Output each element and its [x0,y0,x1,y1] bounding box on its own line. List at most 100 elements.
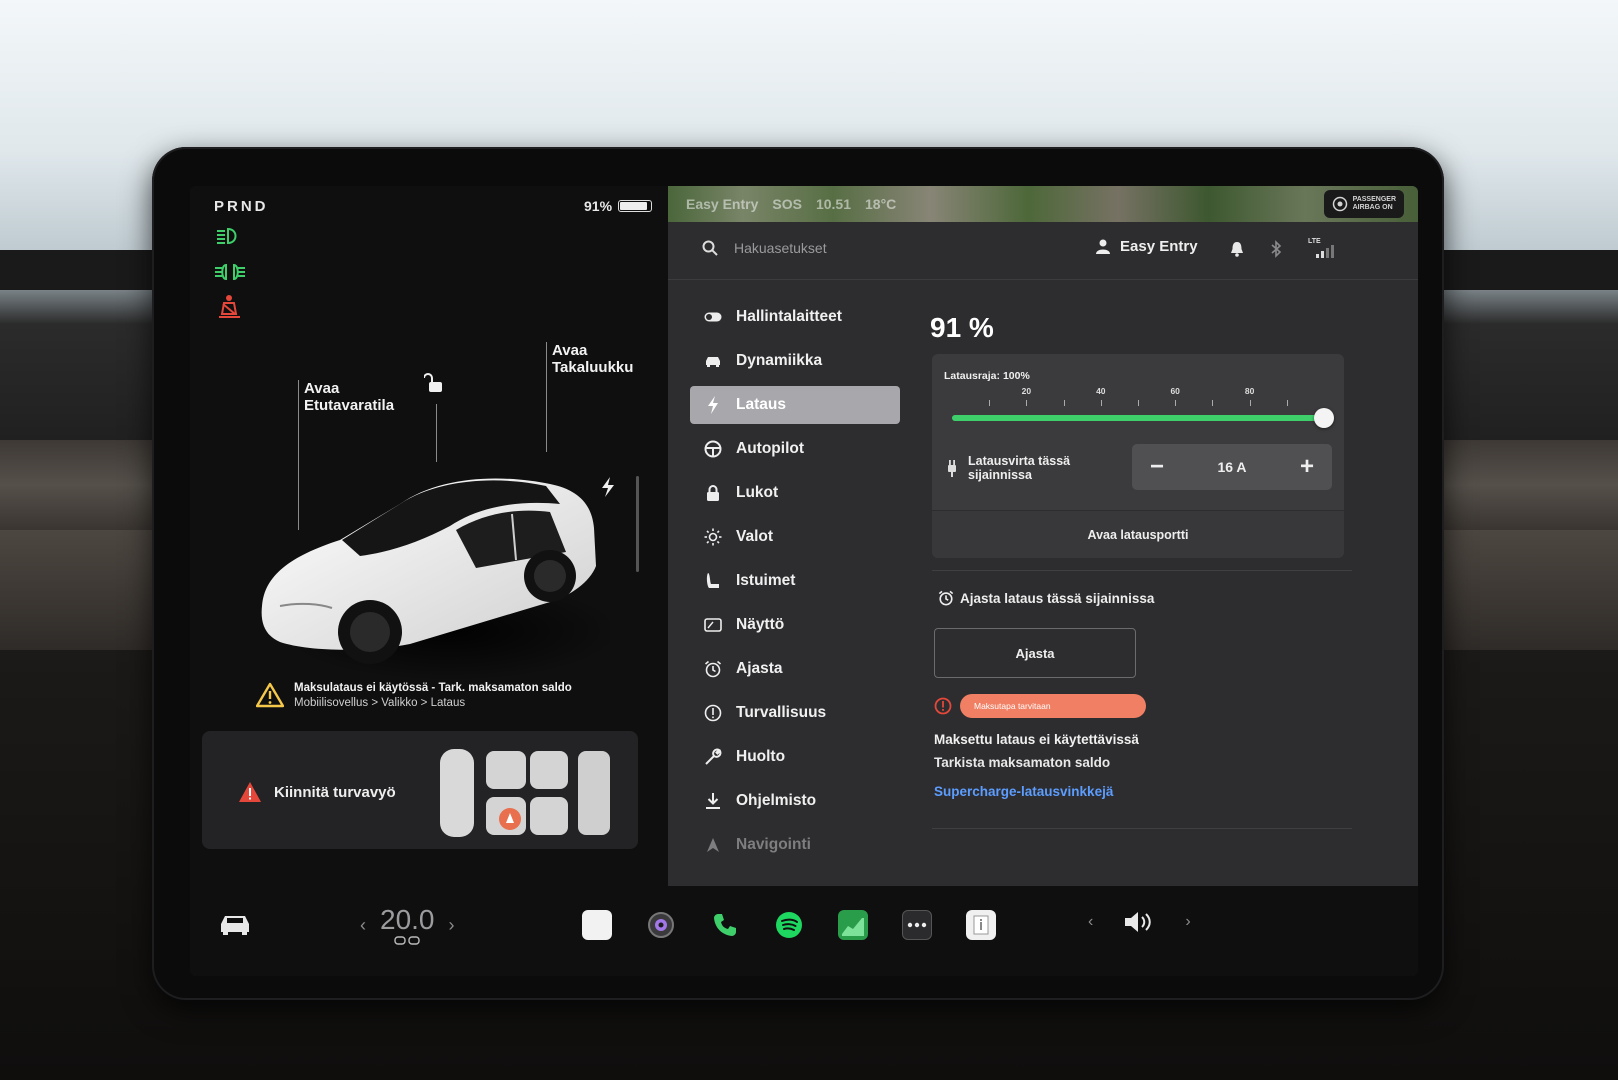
camera-app-icon[interactable] [646,910,676,940]
increase-current-button[interactable]: + [1294,455,1320,479]
payment-required-row: Maksutapa tarvitaan [934,694,1146,718]
outside-temperature: 18°C [865,196,897,212]
cabin-temperature[interactable]: 20.0 [380,904,435,936]
search-input[interactable]: Hakuasetukset [734,240,827,256]
airbag-line2: AIRBAG ON [1352,204,1393,211]
schedule-button[interactable]: Ajasta [934,628,1136,678]
menu-label: Dynamiikka [736,352,823,369]
charge-limit-slider-handle[interactable] [1314,408,1334,428]
error-icon [934,697,952,715]
menu-label: Ohjelmisto [736,792,817,809]
menu-item-autopilot[interactable]: Autopilot [690,430,900,468]
car-menu-icon[interactable] [218,912,252,936]
cabin-temperature-control: ‹ 20.0 › [360,904,455,946]
steering-wheel-icon [704,440,722,458]
warning-triangle-icon [256,682,284,708]
search-icon [702,240,718,256]
menu-label: Valot [736,528,774,545]
menu-item-lights[interactable]: Valot [690,518,900,556]
menu-item-dynamics[interactable]: Dynamiikka [690,342,900,380]
menu-label: Ajasta [736,660,783,677]
unlock-icon[interactable] [424,372,446,394]
slider-tick-mark [1100,400,1102,406]
phone-app-icon[interactable] [710,910,740,940]
menu-item-software[interactable]: Ohjelmisto [690,782,900,820]
charge-current-row: Latausvirta tässä sijainnissa [946,454,1070,482]
slider-tick-label: 20 [1021,386,1032,396]
vehicle-panel: PRND 91% Avaa Etutavaratila Avaa Takaluu… [190,186,668,886]
charge-limit-card: Latausraja: 100% 20 40 60 80 Latausvirta tä… [932,354,1344,558]
settings-topbar: Hakuasetukset Easy Entry LTE [668,222,1418,280]
slider-tick-mark [989,400,991,406]
menu-item-display[interactable]: Näyttö [690,606,900,644]
owners-manual-icon[interactable] [966,910,996,940]
low-beam-headlight-icon [217,227,237,245]
schedule-charging-heading: Ajasta lataus tässä sijainnissa [938,590,1154,606]
driver-profile-button[interactable]: Easy Entry [1096,238,1198,255]
cellular-signal-icon: LTE [1308,238,1336,258]
section-divider [932,570,1352,571]
volume-prev-button[interactable]: ‹ [1088,913,1093,931]
sos-badge: SOS [772,196,802,212]
spotify-app-icon[interactable] [774,910,804,940]
slider-tick-mark [1138,400,1139,406]
open-frunk-label[interactable]: Avaa Etutavaratila [304,380,394,414]
energy-app-icon[interactable] [838,910,868,940]
bell-icon[interactable] [1230,241,1244,257]
clock: 10.51 [815,196,851,212]
menu-item-controls[interactable]: Hallintalaitteet [690,298,900,336]
charge-limit-slider[interactable] [952,415,1324,421]
menu-label: Lataus [736,396,786,413]
toggle-icon [704,308,722,326]
slider-tick-label: 40 [1096,386,1106,396]
menu-item-schedule[interactable]: Ajasta [690,650,900,688]
temp-down-button[interactable]: ‹ [360,915,366,936]
display-icon [704,616,722,634]
info-circle-icon [704,704,722,722]
airbag-line1: PASSENGER [1352,196,1396,203]
menu-label: Navigointi [736,836,811,853]
menu-item-charging[interactable]: Lataus [690,386,900,424]
menu-item-seats[interactable]: Istuimet [690,562,900,600]
check-unpaid-balance: Tarkista maksamaton saldo [934,755,1111,770]
seat-heater-icon[interactable] [394,936,420,946]
warning-title: Maksulataus ei käytössä - Tark. maksamat… [294,681,572,694]
slider-tick-mark [1286,400,1288,406]
slider-tick-mark [1175,400,1177,406]
open-trunk-label[interactable]: Avaa Takaluukku [552,342,633,376]
search-settings[interactable]: Hakuasetukset [702,240,827,256]
panel-scroll-indicator[interactable] [636,476,639,572]
bluetooth-icon[interactable] [1270,240,1282,258]
touchscreen: PRND 91% Avaa Etutavaratila Avaa Takaluu… [190,186,1418,976]
decrease-current-button[interactable]: − [1144,455,1170,479]
menu-label: Autopilot [736,440,805,457]
charge-limit-ticks: 20 40 60 80 [952,386,1324,406]
profile-name: Easy Entry [1120,238,1198,255]
browser-app-icon[interactable] [582,910,612,940]
payment-required-pill[interactable]: Maksutapa tarvitaan [960,694,1146,718]
charge-current-value: 16 A [1217,459,1247,475]
open-charge-port-button[interactable]: Avaa latausportti [932,510,1344,558]
menu-item-locks[interactable]: Lukot [690,474,900,512]
menu-item-service[interactable]: Huolto [690,738,900,776]
alert-triangle-icon [239,782,261,802]
slider-tick-mark [1249,400,1251,406]
volume-next-button[interactable]: › [1185,913,1190,931]
lock-icon [704,484,722,502]
app-launcher [582,910,996,940]
menu-item-navigation[interactable]: Navigointi [690,826,900,864]
lock-pointer-line [436,404,437,462]
menu-item-safety[interactable]: Turvallisuus [690,694,900,732]
more-apps-icon[interactable] [902,910,932,940]
menu-label: Turvallisuus [736,704,827,721]
map-status-strip[interactable]: Easy Entry SOS 10.51 18°C PASSENGER AIRBA… [668,186,1418,222]
supercharge-tips-link[interactable]: Supercharge-latausvinkkejä [934,784,1113,799]
volume-speaker-icon[interactable] [1123,910,1155,934]
menu-label: Huolto [736,748,786,765]
bottom-dock: ‹ 20.0 › ‹ › [190,886,1418,976]
menu-label: Näyttö [736,616,785,633]
menu-label: Lukot [736,484,779,501]
temp-up-button[interactable]: › [449,915,455,936]
seatbelt-alert-text: Kiinnitä turvavyö [274,783,396,801]
battery-status: 91% [584,198,653,214]
